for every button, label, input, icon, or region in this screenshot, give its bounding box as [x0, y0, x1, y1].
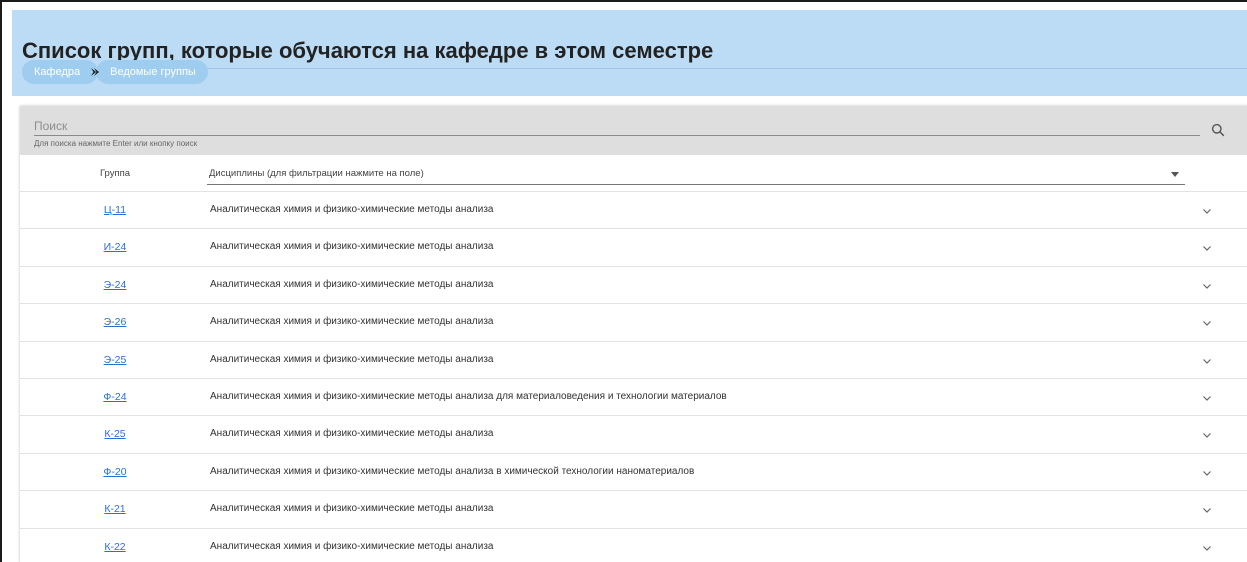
group-link[interactable]: Э-25 [80, 354, 150, 366]
table-row[interactable]: Э-26 Аналитическая химия и физико-химиче… [20, 304, 1247, 342]
column-header-group: Группа [99, 168, 131, 179]
table-row[interactable]: Ц-11 Аналитическая химия и физико-химиче… [20, 192, 1247, 230]
discipline-name: Аналитическая химия и физико-химические … [210, 204, 494, 215]
discipline-name: Аналитическая химия и физико-химические … [210, 316, 494, 328]
discipline-name: Аналитическая химия и физико-химические … [210, 465, 695, 477]
chevron-down-icon[interactable] [1200, 428, 1214, 442]
discipline-name: Аналитическая химия и физико-химические … [210, 540, 494, 552]
search-hint: Для поиска нажмите Enter или кнопку поис… [34, 139, 198, 148]
page-header: Список групп, которые обучаются на кафед… [12, 10, 1247, 96]
breadcrumb: Кафедра Ведомые группы [22, 59, 208, 85]
chevron-down-icon[interactable] [1200, 204, 1214, 218]
breadcrumb-separator-icon [86, 60, 104, 84]
discipline-name: Аналитическая химия и физико-химические … [210, 278, 494, 290]
group-link[interactable]: К-22 [80, 541, 150, 553]
discipline-name: Аналитическая химия и физико-химические … [210, 503, 494, 515]
discipline-name: Аналитическая химия и физико-химические … [210, 390, 727, 402]
table-row[interactable]: К-22 Аналитическая химия и физико-химиче… [20, 529, 1247, 562]
disciplines-filter-label: Дисциплины (для фильтрации нажмите на по… [209, 168, 424, 179]
group-link[interactable]: К-25 [80, 428, 150, 440]
group-link[interactable]: Ц-11 [80, 204, 150, 216]
chevron-down-icon[interactable] [1200, 503, 1214, 517]
group-link[interactable]: Ф-20 [80, 466, 150, 478]
search-bar: Для поиска нажмите Enter или кнопку поис… [20, 106, 1247, 155]
search-input[interactable] [34, 116, 1200, 136]
table-header: Группа Дисциплины (для фильтрации нажмит… [20, 155, 1247, 192]
table-row[interactable]: К-21 Аналитическая химия и физико-химиче… [20, 491, 1247, 529]
table-row[interactable]: Ф-24 Аналитическая химия и физико-химиче… [20, 379, 1247, 417]
group-link[interactable]: И-24 [80, 241, 150, 253]
group-link[interactable]: Э-24 [80, 279, 150, 291]
group-link[interactable]: К-21 [80, 503, 150, 515]
app-frame: Список групп, которые обучаются на кафед… [0, 0, 1247, 562]
chevron-down-icon[interactable] [1200, 466, 1214, 480]
groups-panel: Для поиска нажмите Enter или кнопку поис… [20, 106, 1247, 562]
chevron-down-icon[interactable] [1200, 391, 1214, 405]
discipline-name: Аналитическая химия и физико-химические … [210, 428, 494, 440]
chevron-down-icon[interactable] [1200, 316, 1214, 330]
discipline-name: Аналитическая химия и физико-химические … [210, 241, 494, 253]
group-link[interactable]: Ф-24 [80, 391, 150, 403]
chevron-down-icon[interactable] [1200, 354, 1214, 368]
table-body: Ц-11 Аналитическая химия и физико-химиче… [20, 192, 1247, 562]
chevron-down-icon[interactable] [1200, 241, 1214, 255]
table-row[interactable]: К-25 Аналитическая химия и физико-химиче… [20, 416, 1247, 454]
chevron-down-icon[interactable] [1200, 541, 1214, 555]
table-row[interactable]: Э-25 Аналитическая химия и физико-химиче… [20, 342, 1247, 379]
breadcrumb-item-groups[interactable]: Ведомые группы [96, 60, 208, 84]
table-row[interactable]: И-24 Аналитическая химия и физико-химиче… [20, 229, 1247, 267]
group-link[interactable]: Э-26 [80, 316, 150, 328]
dropdown-arrow-icon [1171, 172, 1179, 177]
table-row[interactable]: Э-24 Аналитическая химия и физико-химиче… [20, 267, 1247, 305]
table-row[interactable]: Ф-20 Аналитическая химия и физико-химиче… [20, 454, 1247, 492]
disciplines-filter-select[interactable]: Дисциплины (для фильтрации нажмите на по… [207, 161, 1185, 185]
chevron-down-icon[interactable] [1200, 279, 1214, 293]
search-icon[interactable] [1208, 120, 1228, 140]
discipline-name: Аналитическая химия и физико-химические … [210, 353, 494, 365]
